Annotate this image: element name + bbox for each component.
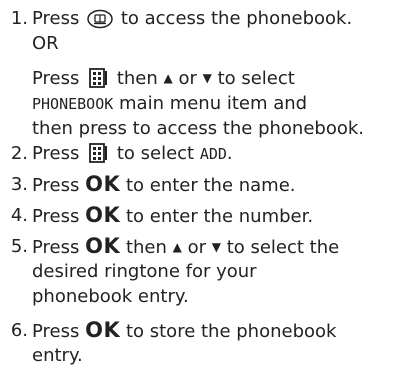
step-number: 6. bbox=[10, 320, 28, 341]
phonebook-key-icon bbox=[87, 9, 113, 36]
step-1-line-3: Press then ▲ or ▼ to select bbox=[32, 66, 364, 91]
step-4-line-1: Press OK to enter the number. bbox=[32, 203, 314, 227]
step-5-body: Press OK then ▲ or ▼ to select the desir… bbox=[32, 234, 339, 309]
menu-label-phonebook: PHONEBOOK bbox=[32, 95, 114, 113]
ok-key-label: OK bbox=[85, 234, 121, 258]
step-6-body: Press OK to store the phonebook entry. bbox=[32, 318, 336, 368]
step-1-body: Press to access the phonebook. OR Press … bbox=[32, 6, 364, 141]
up-arrow-icon: ▲ bbox=[163, 71, 173, 85]
menu-label-add: ADD bbox=[199, 145, 227, 163]
ok-key-label: OK bbox=[85, 318, 121, 342]
step-number: 5. bbox=[10, 236, 28, 257]
up-arrow-icon: ▲ bbox=[172, 240, 182, 254]
step-4-body: Press OK to enter the number. bbox=[32, 203, 313, 228]
step-5-line-3: phonebook entry. bbox=[32, 286, 189, 307]
step-number: 1. bbox=[10, 8, 28, 29]
step-5-line-2: desired ringtone for your bbox=[32, 261, 257, 282]
step-number: 3. bbox=[10, 174, 28, 195]
step-6-line-1: Press OK to store the phonebook bbox=[32, 318, 337, 342]
step-2-line-1: Press to select ADD. bbox=[32, 141, 233, 166]
menu-key-icon bbox=[87, 142, 109, 171]
instruction-document: 1. Press to access the phonebook. OR Pre… bbox=[0, 0, 417, 391]
step-5-line-1: Press OK then ▲ or ▼ to select the bbox=[32, 234, 340, 258]
step-1-line-5: then press to access the phonebook. bbox=[32, 118, 365, 139]
step-6-line-2: entry. bbox=[32, 345, 83, 366]
ok-key-label: OK bbox=[85, 203, 121, 227]
step-3-line-1: Press OK to enter the name. bbox=[32, 172, 296, 196]
ok-key-label: OK bbox=[85, 172, 121, 196]
down-arrow-icon: ▼ bbox=[211, 240, 221, 254]
step-number: 4. bbox=[10, 205, 28, 226]
down-arrow-icon: ▼ bbox=[202, 71, 212, 85]
step-1-line-4: PHONEBOOK main menu item and bbox=[32, 93, 308, 114]
step-number: 2. bbox=[10, 143, 28, 164]
step-1-or: OR bbox=[32, 33, 59, 54]
step-2-body: Press to select ADD. bbox=[32, 141, 233, 166]
step-1-line-1: Press to access the phonebook. bbox=[32, 6, 364, 31]
step-3-body: Press OK to enter the name. bbox=[32, 172, 296, 197]
